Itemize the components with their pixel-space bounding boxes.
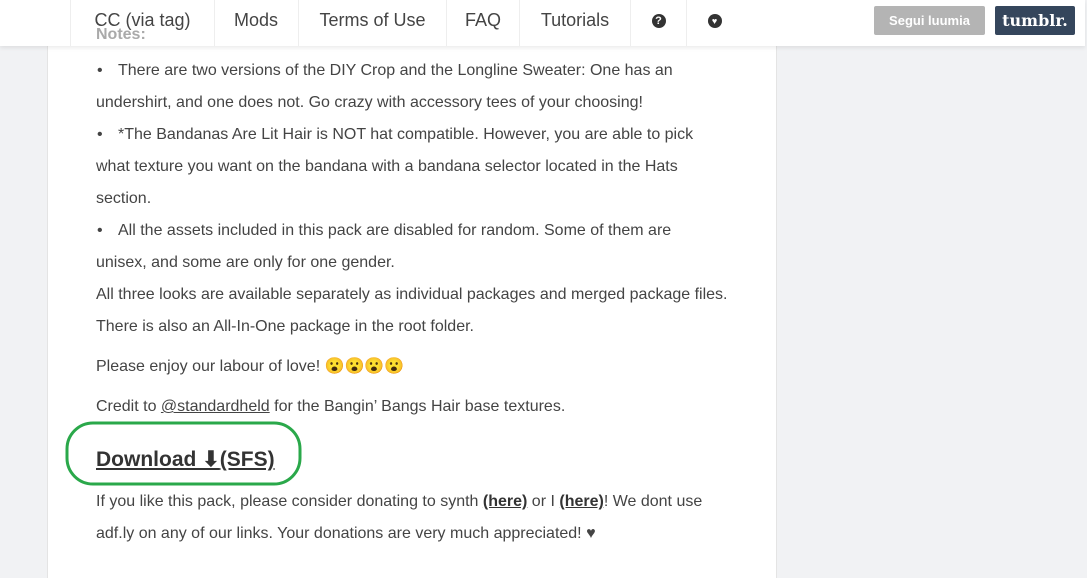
nav-tutorials[interactable]: Tutorials — [520, 0, 631, 46]
note-line: section. — [96, 190, 152, 207]
donate-part: If you like this pack, please consider d… — [96, 493, 483, 510]
standardheld-link[interactable]: @standardheld — [161, 398, 270, 415]
nav-question[interactable]: ? — [631, 0, 687, 46]
note-line: All three looks are available separately… — [96, 286, 728, 303]
credit-text: Credit to @standardheld for the Bangin’ … — [96, 397, 565, 417]
credit-suffix: for the Bangin’ Bangs Hair base textures… — [269, 398, 566, 415]
top-nav: CC (via tag) Mods Terms of Use FAQ Tutor… — [0, 0, 1085, 46]
nav-heart[interactable]: ♥ — [687, 0, 742, 46]
bullet: • — [97, 62, 103, 79]
note-line: what texture you want on the bandana wit… — [96, 158, 678, 175]
heart-circle-icon: ♥ — [707, 14, 722, 29]
enjoy-text: Please enjoy our labour of love! 😮😮😮😮 — [96, 358, 405, 375]
bullet: • — [97, 222, 103, 239]
note-line: undershirt, and one does not. Go crazy w… — [96, 94, 643, 111]
question-circle-icon: ? — [651, 14, 666, 29]
note-line: unisex, and some are only for one gender… — [96, 254, 395, 271]
download-link[interactable]: Download ⬇ — [96, 448, 220, 471]
credit-prefix: Credit to — [96, 398, 161, 415]
nav-faq[interactable]: FAQ — [447, 0, 520, 46]
tumblr-logo-button[interactable]: tumblr. — [995, 6, 1075, 35]
note-line: All the assets included in this pack are… — [118, 222, 672, 239]
note-line: There is also an All-In-One package in t… — [96, 318, 474, 335]
note-line: *The Bandanas Are Lit Hair is NOT hat co… — [118, 126, 694, 143]
donate-l-link[interactable]: (here) — [559, 493, 603, 510]
bullet: • — [97, 126, 103, 143]
nav-terms-of-use[interactable]: Terms of Use — [299, 0, 447, 46]
donate-part: or I — [527, 493, 560, 510]
donate-line-2: adf.ly on any of our links. Your donatio… — [96, 525, 596, 542]
donate-part: ! We dont use — [603, 493, 703, 510]
download-sfs-link[interactable]: (SFS) — [220, 448, 275, 471]
download-heading: Download ⬇(SFS) — [96, 447, 275, 472]
notes-heading: Notes: — [96, 26, 146, 43]
donate-text: If you like this pack, please consider d… — [96, 492, 702, 512]
note-line: There are two versions of the DIY Crop a… — [118, 62, 673, 79]
follow-button[interactable]: Segui luumia — [874, 6, 985, 35]
donate-synth-link[interactable]: (here) — [483, 493, 527, 510]
nav-mods[interactable]: Mods — [214, 0, 299, 46]
